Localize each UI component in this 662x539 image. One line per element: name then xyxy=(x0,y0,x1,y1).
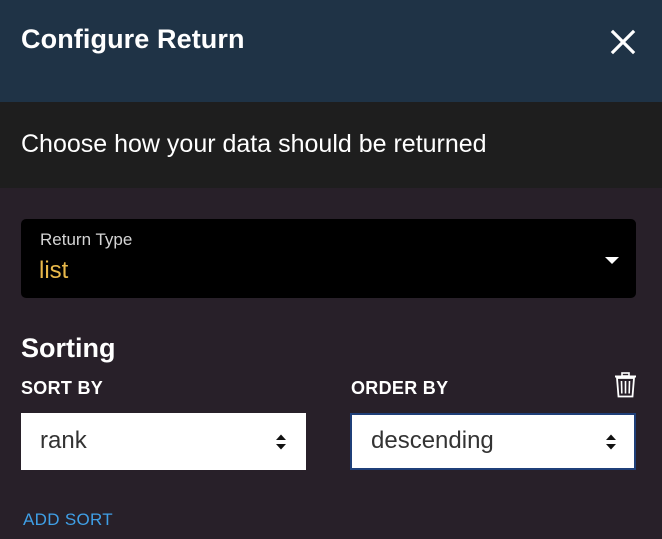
caret-down-icon xyxy=(605,257,619,264)
up-down-arrows-icon xyxy=(605,433,617,451)
sort-by-label: SORT BY xyxy=(21,378,104,398)
dialog-subheader: Choose how your data should be returned xyxy=(0,102,662,188)
order-by-label: ORDER BY xyxy=(351,378,449,398)
trash-icon[interactable] xyxy=(614,372,637,398)
order-by-select[interactable]: descending xyxy=(350,413,636,470)
order-by-value: descending xyxy=(371,427,494,454)
dialog-title: Configure Return xyxy=(21,24,245,54)
up-down-arrows-icon xyxy=(275,433,287,451)
return-type-select[interactable]: Return Type list xyxy=(21,219,636,298)
sort-by-value: rank xyxy=(40,427,87,454)
add-sort-link[interactable]: ADD SORT xyxy=(23,510,113,530)
sorting-title: Sorting xyxy=(21,333,116,363)
dialog-subtitle: Choose how your data should be returned xyxy=(21,130,487,158)
sort-by-select[interactable]: rank xyxy=(21,413,306,470)
configure-return-dialog: Configure Return Choose how your data sh… xyxy=(0,0,662,539)
close-icon[interactable] xyxy=(603,22,643,62)
return-type-label: Return Type xyxy=(40,230,133,249)
dialog-header: Configure Return xyxy=(0,0,662,102)
return-type-value: list xyxy=(39,257,69,284)
